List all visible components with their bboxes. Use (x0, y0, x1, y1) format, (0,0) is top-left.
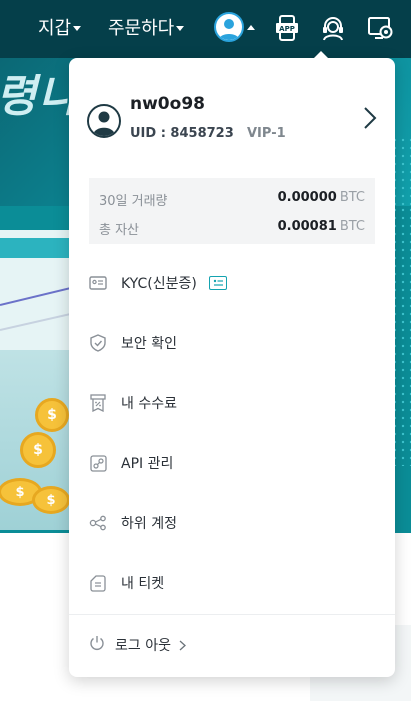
volume-amount: 0.00000 (277, 190, 337, 205)
user-avatar-icon (87, 104, 121, 138)
chevron-down-icon (176, 25, 185, 31)
illustration-lines (0, 286, 75, 331)
menu-item-kyc[interactable]: KYC(신분증) (89, 263, 375, 303)
menu-item-label: API 관리 (121, 456, 174, 472)
menu-item-fees[interactable]: 내 수수료 (89, 383, 375, 423)
assets-label: 총 자산 (99, 223, 140, 238)
menu-item-sub-account[interactable]: 하위 계정 (89, 503, 375, 543)
app-download-icon[interactable]: APP (272, 13, 302, 43)
chevron-down-icon (73, 25, 82, 31)
chevron-right-icon (179, 636, 186, 655)
coin-icon: $ (20, 432, 56, 468)
menu-item-ticket[interactable]: 내 티켓 (89, 563, 375, 603)
assets-amount: 0.00081 (277, 219, 337, 234)
coin-icon: $ (35, 398, 69, 432)
coin-symbol: $ (33, 442, 43, 458)
illustration-band (0, 238, 75, 258)
power-icon (89, 635, 105, 655)
user-uid: UID : 8458723 (130, 126, 234, 141)
user-menu-trigger[interactable] (214, 12, 255, 42)
shield-check-icon (89, 334, 107, 352)
id-card-icon (89, 274, 107, 292)
volume-row: 30일 거래량 0.00000 BTC (99, 188, 365, 210)
coin-icon: $ (32, 486, 70, 514)
vip-level: VIP-1 (247, 126, 286, 141)
menu-item-label: KYC(신분증) (121, 276, 197, 292)
user-profile-row[interactable]: nw0o98 UID : 8458723 VIP-1 (87, 92, 377, 148)
fee-receipt-icon (89, 394, 107, 412)
assets-value: 0.00081 BTC (278, 219, 365, 234)
coin-symbol: $ (47, 407, 57, 423)
order-menu[interactable]: 주문하다 (108, 14, 185, 40)
user-avatar-icon (214, 12, 244, 42)
panel-notch (314, 51, 328, 58)
volume-unit: BTC (339, 190, 365, 205)
volume-label: 30일 거래량 (99, 194, 168, 209)
order-menu-label: 주문하다 (108, 18, 175, 39)
support-icon[interactable] (318, 13, 348, 43)
coin-symbol: $ (46, 492, 56, 508)
menu-item-security[interactable]: 보안 확인 (89, 323, 375, 363)
menu-item-label: 하위 계정 (121, 516, 177, 532)
ticket-icon (89, 574, 107, 592)
settings-icon[interactable] (366, 13, 396, 43)
user-dropdown-panel: nw0o98 UID : 8458723 VIP-1 30일 거래량 0.000… (69, 51, 395, 677)
logout-label: 로그 아웃 (115, 638, 171, 654)
top-navigation-bar: 지갑 주문하다 APP (0, 0, 411, 58)
assets-unit: BTC (339, 219, 365, 234)
divider (69, 614, 395, 615)
app-icon-text: APP (279, 25, 295, 33)
kyc-card-badge-icon (208, 276, 227, 290)
chevron-up-icon (247, 24, 255, 30)
wallet-menu[interactable]: 지갑 (38, 14, 82, 40)
assets-row: 총 자산 0.00081 BTC (99, 217, 365, 239)
volume-value: 0.00000 BTC (278, 190, 365, 205)
menu-item-label: 보안 확인 (121, 336, 177, 352)
logout-button[interactable]: 로그 아웃 (89, 628, 186, 662)
wallet-menu-label: 지갑 (38, 18, 72, 39)
sub-account-icon (89, 514, 107, 532)
menu-item-label: 내 티켓 (121, 576, 165, 592)
menu-item-api[interactable]: API 관리 (89, 443, 375, 483)
coin-symbol: $ (15, 484, 25, 500)
account-stats: 30일 거래량 0.00000 BTC 총 자산 0.00081 BTC (89, 178, 375, 244)
menu-item-label: 내 수수료 (121, 396, 177, 412)
api-link-icon (89, 454, 107, 472)
chevron-right-icon[interactable] (363, 106, 377, 134)
username: nw0o98 (130, 94, 205, 114)
